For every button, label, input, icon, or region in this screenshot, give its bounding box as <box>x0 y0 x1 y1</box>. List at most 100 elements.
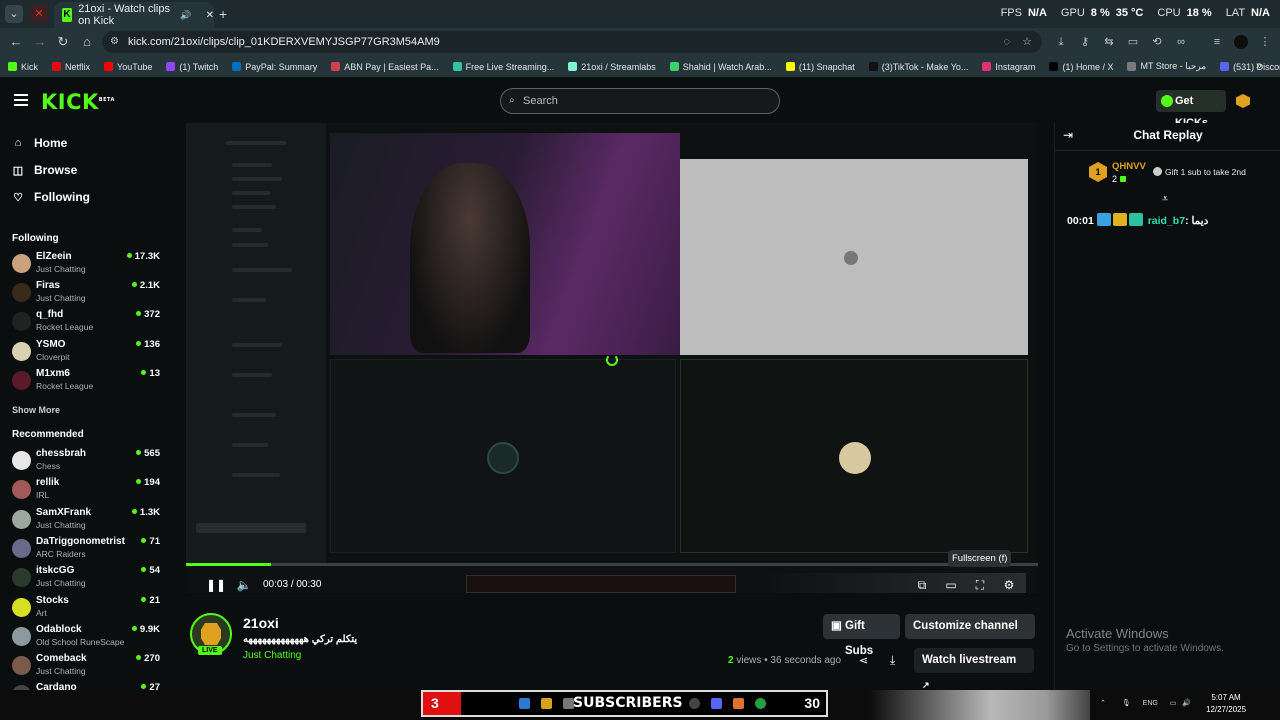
share-icon[interactable]: ⋖ <box>859 654 868 667</box>
bookmark-item[interactable]: PayPal: Summary <box>232 62 317 72</box>
recommended-channel[interactable]: SamXFrank Just Chatting 1.3K <box>12 507 160 535</box>
password-icon[interactable]: ⚷ <box>1078 35 1092 49</box>
recommended-channel[interactable]: Odablock Old School RuneScape 9.9K <box>12 624 160 652</box>
home-icon[interactable]: ⌂ <box>79 34 95 50</box>
translate-icon[interactable]: ⇆ <box>1102 35 1116 49</box>
fullscreen-icon[interactable]: ⛶ <box>972 577 988 593</box>
bookmark-item[interactable]: (1) Twitch <box>166 62 218 72</box>
taskbar-app-icon[interactable] <box>563 698 574 709</box>
bookmark-item[interactable]: (3)TikTok - Make Yo... <box>868 62 968 72</box>
show-more-link[interactable]: Show More <box>12 405 60 415</box>
pinned-tab-icon[interactable]: ✕ <box>30 5 48 23</box>
nav-home[interactable]: ⌂ Home <box>12 136 68 150</box>
network-icon[interactable]: ▭ <box>1170 700 1177 707</box>
search-input[interactable]: ⌕ Search <box>500 88 780 114</box>
site-info-icon[interactable]: ⚙ <box>110 31 119 53</box>
following-channel[interactable]: ElZeein Just Chatting 17.3K <box>12 251 160 279</box>
tab-search-button[interactable]: ⌄ <box>5 5 23 23</box>
volume-tray-icon[interactable]: 🔊 <box>1182 700 1191 707</box>
bookmark-item[interactable]: Shahid | Watch Arab... <box>669 62 772 72</box>
taskbar-app-icon[interactable] <box>689 698 700 709</box>
bookmark-item[interactable]: (11) Snapchat <box>785 62 855 72</box>
bookmark-star-icon[interactable]: ☆ <box>1022 31 1032 53</box>
bookmark-item[interactable]: Netflix <box>52 62 90 72</box>
nav-browse[interactable]: ◫ Browse <box>12 163 78 177</box>
pinned-gifter[interactable]: 1 QHNVV 2 Gift 1 sub to take 2nd <box>1065 157 1271 191</box>
recommended-channel[interactable]: Stocks Art 21 <box>12 595 160 623</box>
bookmark-item[interactable]: Instagram <box>982 62 1035 72</box>
audio-icon[interactable]: 🔊 <box>180 10 191 21</box>
more-bookmarks-icon[interactable]: » <box>1256 60 1262 72</box>
following-channel[interactable]: q_fhd Rocket League 372 <box>12 309 160 337</box>
gift-prompt[interactable]: Gift 1 sub to take 2nd <box>1153 167 1246 177</box>
history-icon[interactable]: ⟲ <box>1150 35 1164 49</box>
tray-chevron-icon[interactable]: ⌃ <box>1100 700 1106 707</box>
new-tab-button[interactable]: + <box>219 6 227 22</box>
channel-category: Cloverpit <box>36 352 70 362</box>
get-kicks-button[interactable]: Get KICKs <box>1156 90 1226 129</box>
expand-pinned-icon[interactable]: ⩡ <box>1162 193 1168 206</box>
bookmark-item[interactable]: MT Store - مرحبا <box>1127 61 1206 72</box>
profile-avatar[interactable] <box>1234 35 1248 49</box>
bookmark-item[interactable]: YouTube <box>104 62 152 72</box>
back-icon[interactable]: ← <box>8 34 24 50</box>
discord-taskbar-icon[interactable] <box>711 698 722 709</box>
forward-icon[interactable]: → <box>32 34 48 50</box>
active-tab[interactable]: K 21oxi - Watch clips on Kick 🔊 ✕ <box>54 2 214 28</box>
extensions-icon[interactable]: ≡ <box>1210 35 1224 49</box>
taskbar-app-icon[interactable] <box>733 698 744 709</box>
watch-livestream-button[interactable]: Watch livestream ↗ <box>914 648 1034 690</box>
gift-subs-button[interactable]: ▣ Gift Subs <box>823 614 900 657</box>
pip-icon[interactable]: ⧉ <box>914 577 930 593</box>
stream-category[interactable]: Just Chatting <box>243 650 301 661</box>
viewer-count: 13 <box>141 368 160 379</box>
recommended-channel[interactable]: chessbrah Chess 565 <box>12 448 160 476</box>
link-icon[interactable]: ∞ <box>1174 35 1188 49</box>
menu-icon[interactable]: ⋮ <box>1258 35 1272 49</box>
recommended-channel[interactable]: Comeback Just Chatting 270 <box>12 653 160 681</box>
user-avatar[interactable] <box>1236 94 1250 108</box>
url-field[interactable]: ⚙ kick.com/21oxi/clips/clip_01KDERXVEMYJ… <box>102 31 1042 53</box>
bookmark-item[interactable]: Free Live Streaming... <box>452 62 554 72</box>
windows-start-icon[interactable] <box>519 698 530 709</box>
volume-icon[interactable]: 🔈 <box>236 577 252 593</box>
kick-logo[interactable]: KICKBETA <box>41 90 115 114</box>
bookmark-item[interactable]: Kick <box>8 62 38 72</box>
following-channel[interactable]: YSMO Cloverpit 136 <box>12 339 160 367</box>
bookmark-item[interactable]: (531) Discord | Frien... <box>1220 62 1280 72</box>
following-channel[interactable]: M1xm6 Rocket League 13 <box>12 368 160 396</box>
channel-avatar <box>12 312 31 331</box>
settings-icon[interactable]: ⚙ <box>1001 577 1017 593</box>
reload-icon[interactable]: ↻ <box>55 34 71 50</box>
following-channel[interactable]: Firas Just Chatting 2.1K <box>12 280 160 308</box>
hide-icon[interactable]: ◌ <box>1003 31 1010 53</box>
message-username[interactable]: raid_b7 <box>1148 215 1185 227</box>
language-indicator[interactable]: ENG <box>1143 700 1158 707</box>
hamburger-menu-icon[interactable] <box>14 94 28 106</box>
kicks-coin-icon <box>1161 95 1173 107</box>
taskbar-clock[interactable]: 5:07 AM 12/27/2025 <box>1206 692 1246 716</box>
recommended-channel[interactable]: DaTriggonometrist ARC Raiders 71 <box>12 536 160 564</box>
recommended-channel[interactable]: itskcGG Just Chatting 54 <box>12 565 160 593</box>
file-explorer-icon[interactable] <box>541 698 552 709</box>
reader-icon[interactable]: ▭ <box>1126 35 1140 49</box>
pause-icon[interactable]: ❚❚ <box>206 577 226 593</box>
participant-avatar <box>487 442 519 474</box>
video-player[interactable]: ❚❚ 🔈 00:03 / 00:30 ⧉ ▭ ⛶ ⚙ Fullscreen (f… <box>186 123 1038 593</box>
bookmark-item[interactable]: 21oxi / Streamlabs <box>568 62 656 72</box>
progress-bar[interactable] <box>186 563 1038 566</box>
recommended-channel[interactable]: Cardano 27 <box>12 682 160 690</box>
call-tile-right <box>680 359 1028 553</box>
download-icon[interactable]: ⤓ <box>1054 35 1068 49</box>
xbox-icon[interactable] <box>755 698 766 709</box>
nav-following[interactable]: ♡ Following <box>12 190 90 204</box>
channel-name[interactable]: 21oxi <box>243 615 279 631</box>
customize-channel-button[interactable]: Customize channel ↗ <box>905 614 1035 656</box>
mic-icon[interactable]: 🎙 <box>1122 700 1131 707</box>
bookmark-item[interactable]: (1) Home / X <box>1049 62 1113 72</box>
download-clip-icon[interactable]: ⤓ <box>890 653 895 668</box>
theater-mode-icon[interactable]: ▭ <box>943 577 959 593</box>
bookmark-item[interactable]: ABN Pay | Easiest Pa... <box>331 62 439 72</box>
close-tab-icon[interactable]: ✕ <box>206 10 214 21</box>
recommended-channel[interactable]: rellik IRL 194 <box>12 477 160 505</box>
